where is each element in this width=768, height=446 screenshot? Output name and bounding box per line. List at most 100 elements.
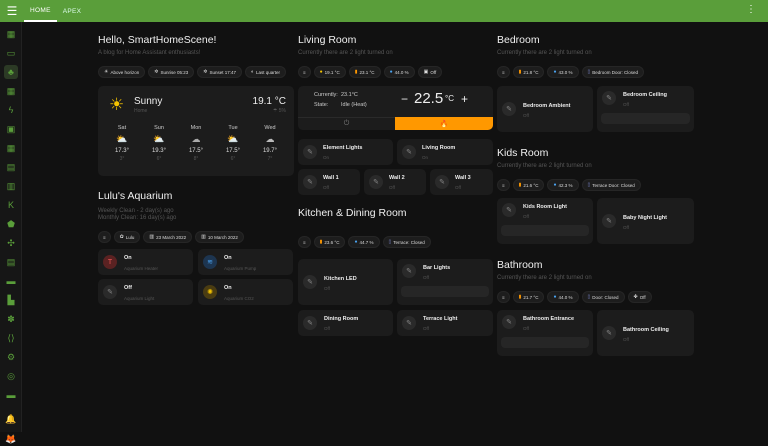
chip-humidity[interactable]: ● 44.0 % [383, 66, 415, 78]
tile-dining-room[interactable]: ✎ Dining Room Off [298, 310, 393, 336]
monitor-icon[interactable]: ▭ [4, 46, 18, 60]
chip-horizon[interactable]: ☀ Above horizon [98, 66, 146, 78]
tile-wall-2[interactable]: ✎ Wall 2 Off [364, 169, 426, 195]
chip-tv[interactable]: ▣ Off [417, 66, 443, 78]
bolt-icon[interactable]: ϟ [4, 103, 18, 117]
chip-humidity[interactable]: ● 43.0 % [547, 66, 579, 78]
door-icon: ▯ [587, 69, 591, 75]
kitchen-section: Kitchen & Dining Room ≡ ▮ 23.6 °C ● 44.7 %… [298, 207, 494, 248]
tile-terrace-light[interactable]: ✎ Terrace Light Off [397, 310, 493, 336]
tile-kitchen-led[interactable]: ✎ Kitchen LED Off [298, 259, 393, 305]
tile-bar-lights[interactable]: ✎ Bar Lights Off [397, 259, 493, 305]
chip-humidity[interactable]: ● 44.0 % [547, 291, 579, 303]
menu-icon[interactable]: ☰ [0, 0, 24, 22]
tile-aquarium-co2[interactable]: ✺ On Aquarium CO2 [198, 279, 293, 305]
brightness-slider[interactable] [401, 286, 489, 297]
compass-icon[interactable]: ◎ [4, 369, 18, 383]
chip-sunset[interactable]: ✲ Sunset 17:47 [197, 66, 242, 78]
chip-fan[interactable]: ✤ Off [627, 291, 652, 303]
car-icon[interactable]: ▬ [4, 388, 18, 402]
chip-door[interactable]: ▯ Bedroom Door: Closed [581, 66, 645, 78]
chip-menu[interactable]: ≡ [497, 179, 510, 191]
chip-temp[interactable]: ▮ 21.7 °C [512, 291, 545, 303]
chip-indoor-temp[interactable]: ▮ 23.1 °C [348, 66, 381, 78]
current-value: 23.1°C [341, 92, 358, 98]
chip-moon[interactable]: ◐ Last quarter [244, 66, 287, 78]
chip-temp[interactable]: ▮ 23.6 °C [313, 236, 346, 248]
list-icon[interactable]: ▤ [4, 255, 18, 269]
calendar-icon: ▥ [201, 234, 206, 240]
chip-temp[interactable]: ● 19.1 °C [313, 66, 346, 78]
weather-card[interactable]: ☀ Sunny Home 19.1 °C ☂ 5% Sat ⛅ 17.3° 3°… [98, 86, 294, 176]
shield-icon[interactable]: ⬟ [4, 217, 18, 231]
chip-sunrise[interactable]: ✲ Sunrise 05:23 [148, 66, 195, 78]
lightbulb-icon: ✎ [502, 203, 516, 217]
power-off-button[interactable]: ⏻ [298, 117, 395, 130]
thermometer-icon: ▮ [319, 239, 323, 245]
chip-menu[interactable]: ≡ [298, 236, 311, 248]
map-icon[interactable]: ▤ [4, 160, 18, 174]
chip-weekly-date[interactable]: ▥ 23 March 2022 [143, 231, 193, 243]
user-icon[interactable]: 🦊 [4, 432, 18, 446]
chip-terrace[interactable]: ▯ Terrace: Closed [382, 236, 431, 248]
chip-humidity[interactable]: ● 44.7 % [348, 236, 380, 248]
chip-menu[interactable]: ≡ [497, 291, 510, 303]
tile-baby-night-light[interactable]: ✎ Baby Night Light Off [597, 198, 694, 244]
tile-wall-3[interactable]: ✎ Wall 3 Off [430, 169, 493, 195]
tile-aquarium-light[interactable]: ✎ Off Aquarium Light [98, 279, 193, 305]
store-icon[interactable]: ▬ [4, 274, 18, 288]
tile-element-lights[interactable]: ✎ Element Lights On [298, 139, 393, 165]
tile-aquarium-pump[interactable]: ≋ On Aquarium Pump [198, 249, 293, 275]
brightness-slider[interactable] [501, 225, 589, 236]
tile-kids-room-light[interactable]: ✎ Kids Room Light Off [497, 198, 593, 244]
lightbulb-icon: ✎ [602, 326, 616, 340]
brightness-slider[interactable] [601, 113, 690, 124]
decrease-button[interactable]: − [401, 92, 408, 106]
column-1: Hello, SmartHomeScene! A blog for Home A… [98, 30, 294, 78]
puzzle-icon[interactable]: ✽ [4, 312, 18, 326]
tree-icon[interactable]: ♣ [4, 65, 18, 79]
chip-menu[interactable]: ≡ [497, 66, 510, 78]
tile-bedroom-ceiling[interactable]: ✎ Bedroom Ceiling Off [597, 86, 694, 132]
living-room-section: Living Room Currently there are 2 light … [298, 30, 494, 78]
tile-bathroom-ceiling[interactable]: ✎ Bathroom Ceiling Off [597, 310, 694, 356]
weather-condition: Sunny [134, 96, 163, 107]
chip-menu[interactable]: ≡ [98, 231, 111, 243]
chart-icon[interactable]: ▙ [4, 293, 18, 307]
lightbulb-icon: ✎ [402, 316, 416, 330]
tile-bathroom-entrance[interactable]: ✎ Bathroom Entrance Off [497, 310, 593, 356]
heat-mode-button[interactable]: 🔥 [395, 117, 493, 130]
chip-door[interactable]: ▯ Door: Closed [581, 291, 625, 303]
tile-wall-1[interactable]: ✎ Wall 1 Off [298, 169, 360, 195]
tab-apex[interactable]: APEX [57, 0, 88, 22]
increase-button[interactable]: + [461, 92, 468, 106]
setpoint-value: 22.5 [414, 90, 444, 107]
chip-humidity[interactable]: ● 42.3 % [547, 179, 579, 191]
lightbulb-icon: ✎ [502, 102, 516, 116]
chip-monthly-date[interactable]: ▥ 10 March 2022 [195, 231, 244, 243]
chip-temp[interactable]: ▮ 21.8 °C [512, 66, 545, 78]
tile-aquarium-heater[interactable]: T On Aquarium Heater [98, 249, 193, 275]
grid2-icon[interactable]: ▦ [4, 141, 18, 155]
grid-icon[interactable]: ▦ [4, 84, 18, 98]
forecast-day: Mon ☁ 17.5° 8° [178, 125, 214, 162]
lightbulb-icon: ✎ [303, 316, 317, 330]
chip-lulu[interactable]: ✿ Lulu [113, 231, 141, 243]
calendar-icon[interactable]: ▥ [4, 179, 18, 193]
chip-temp[interactable]: ▮ 21.6 °C [512, 179, 545, 191]
thermostat-card[interactable]: Currently: 23.1°C State: Idle (Heat) − 2… [298, 86, 493, 130]
k-icon[interactable]: K [4, 198, 18, 212]
brightness-slider[interactable] [501, 337, 589, 348]
more-vert-icon[interactable]: ⋮ [746, 4, 756, 15]
code-icon[interactable]: ⟨⟩ [4, 331, 18, 345]
tile-living-room-light[interactable]: ✎ Living Room On [397, 139, 493, 165]
dashboard-icon[interactable]: ▦ [4, 27, 18, 41]
network-icon[interactable]: ✣ [4, 236, 18, 250]
bell-icon[interactable]: 🔔 [4, 412, 18, 426]
gear-icon[interactable]: ⚙ [4, 350, 18, 364]
chip-menu[interactable]: ≡ [298, 66, 311, 78]
chip-door[interactable]: ▯ Terrace Door: Closed [581, 179, 641, 191]
tile-bedroom-ambient[interactable]: ✎ Bedroom Ambient Off [497, 86, 593, 132]
tab-home[interactable]: HOME [24, 0, 57, 22]
person-icon[interactable]: ▣ [4, 122, 18, 136]
